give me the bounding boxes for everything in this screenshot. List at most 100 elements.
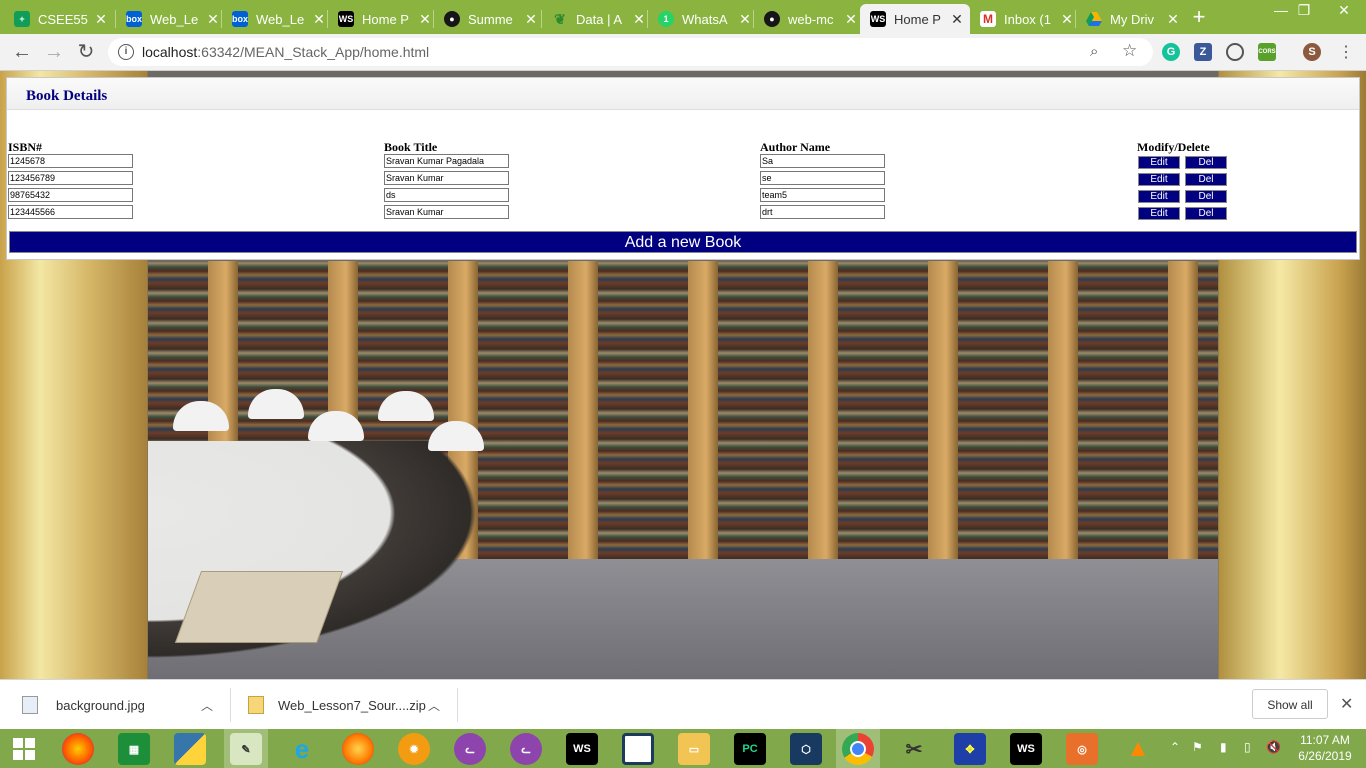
zip-file-icon <box>248 696 264 714</box>
close-icon[interactable]: ✕ <box>738 11 752 28</box>
close-icon[interactable]: ✕ <box>312 11 326 28</box>
download-filename: background.jpg <box>56 697 145 713</box>
volume-muted-icon[interactable]: 🔇 <box>1266 740 1281 768</box>
info-icon[interactable]: i <box>118 44 134 60</box>
cat-app-icon[interactable]: ᓚ <box>510 733 542 765</box>
title-field[interactable]: Sravan Kumar <box>384 171 509 185</box>
webstorm-icon[interactable]: WS <box>566 733 598 765</box>
close-icon[interactable]: ✕ <box>632 11 646 28</box>
author-field[interactable]: Sa <box>760 154 885 168</box>
system-clock[interactable]: 11:07 AM 6/26/2019 <box>1292 732 1358 764</box>
edit-button[interactable]: Edit <box>1138 207 1180 220</box>
tab-csee[interactable]: + CSEE55 ✕ <box>4 4 114 34</box>
game-icon[interactable]: ✥ <box>954 733 986 765</box>
author-field[interactable]: drt <box>760 205 885 219</box>
close-icon[interactable]: ✕ <box>1166 11 1180 28</box>
download-item[interactable]: background.jpg <box>22 680 145 730</box>
close-window-button[interactable]: ✕ <box>1322 0 1366 22</box>
tab-whatsapp[interactable]: 1 WhatsA ✕ <box>648 4 758 34</box>
tab-home-page-1[interactable]: WS Home P ✕ <box>328 4 438 34</box>
tab-my-drive[interactable]: My Driv ✕ <box>1076 4 1186 34</box>
url-text[interactable]: localhost:63342/MEAN_Stack_App/home.html <box>142 44 429 60</box>
paint-icon[interactable]: ✂ <box>898 733 930 765</box>
address-bar[interactable]: i localhost:63342/MEAN_Stack_App/home.ht… <box>108 38 1153 66</box>
close-icon[interactable]: ✕ <box>418 11 432 28</box>
extension-swirl-icon[interactable] <box>1226 43 1244 61</box>
chevron-up-icon[interactable]: ︿ <box>201 697 213 714</box>
isbn-field[interactable]: 123456789 <box>8 171 133 185</box>
tab-inbox[interactable]: M Inbox (1 ✕ <box>970 4 1080 34</box>
edit-button[interactable]: Edit <box>1138 190 1180 203</box>
screenshot-icon[interactable]: ◎ <box>1066 733 1098 765</box>
vlc-icon[interactable]: ▲ <box>1122 733 1154 765</box>
flag-icon[interactable]: ⚑ <box>1192 740 1203 768</box>
close-icon[interactable]: ✕ <box>844 11 858 28</box>
avatar[interactable]: S <box>1303 43 1321 61</box>
author-field[interactable]: team5 <box>760 188 885 202</box>
column-header-isbn: ISBN# <box>8 140 43 154</box>
windows-start-icon[interactable] <box>8 733 40 765</box>
edit-button[interactable]: Edit <box>1138 173 1180 186</box>
close-icon[interactable]: ✕ <box>206 11 220 28</box>
file-explorer-icon[interactable]: ▭ <box>678 733 710 765</box>
virtualbox-icon[interactable]: ⬡ <box>790 733 822 765</box>
python-icon[interactable] <box>174 733 206 765</box>
bookmark-star-icon[interactable]: ☆ <box>1122 41 1137 61</box>
author-field[interactable]: se <box>760 171 885 185</box>
close-icon[interactable]: ✕ <box>94 11 108 28</box>
cors-icon[interactable]: CORS <box>1258 43 1276 61</box>
edit-button[interactable]: Edit <box>1138 156 1180 169</box>
ie-icon[interactable]: e <box>286 733 318 765</box>
tab-home-page-active[interactable]: WS Home P ✕ <box>860 4 970 34</box>
delete-button[interactable]: Del <box>1185 173 1227 186</box>
excel-icon[interactable]: ▦ <box>118 733 150 765</box>
isbn-field[interactable]: 98765432 <box>8 188 133 202</box>
zotero-icon[interactable]: Z <box>1194 43 1212 61</box>
url-path: :63342/MEAN_Stack_App/home.html <box>197 44 430 60</box>
delete-button[interactable]: Del <box>1185 207 1227 220</box>
firefox-icon[interactable] <box>62 733 94 765</box>
add-new-book-button[interactable]: Add a new Book <box>9 231 1357 253</box>
close-icon[interactable]: ✕ <box>1340 694 1353 714</box>
firefox-dev-icon[interactable] <box>342 733 374 765</box>
title-field[interactable]: Sravan Kumar <box>384 205 509 219</box>
onenote-icon[interactable] <box>622 733 654 765</box>
settings-app-icon[interactable]: ✹ <box>398 733 430 765</box>
delete-button[interactable]: Del <box>1185 190 1227 203</box>
delete-button[interactable]: Del <box>1185 156 1227 169</box>
back-button[interactable]: ← <box>10 40 34 64</box>
tab-web-lesson-2[interactable]: box Web_Le ✕ <box>222 4 332 34</box>
chrome-icon[interactable] <box>842 733 874 765</box>
network-icon[interactable]: ▮ <box>1220 740 1227 768</box>
notepad-icon[interactable]: ✎ <box>230 733 262 765</box>
isbn-field[interactable]: 123445566 <box>8 205 133 219</box>
title-field[interactable]: Sravan Kumar Pagadala <box>384 154 509 168</box>
forward-button[interactable]: → <box>42 40 66 64</box>
battery-icon[interactable]: ▯ <box>1244 740 1251 768</box>
show-all-button[interactable]: Show all <box>1252 689 1328 719</box>
box-icon: box <box>126 11 142 27</box>
webstorm-icon[interactable]: WS <box>1010 733 1042 765</box>
download-item[interactable]: Web_Lesson7_Sour....zip <box>248 680 426 730</box>
pycharm-icon[interactable]: PC <box>734 733 766 765</box>
zoom-icon[interactable]: ⌕ <box>1090 43 1098 60</box>
tab-label: Inbox (1 <box>1004 11 1051 27</box>
cat-app-icon[interactable]: ᓚ <box>454 733 486 765</box>
new-tab-button[interactable]: + <box>1188 6 1210 28</box>
reload-button[interactable]: ↻ <box>74 40 98 64</box>
isbn-field[interactable]: 1245678 <box>8 154 133 168</box>
chevron-up-icon[interactable]: ︿ <box>428 697 440 714</box>
tab-summer[interactable]: ● Summe ✕ <box>434 4 544 34</box>
tab-web-lesson-1[interactable]: box Web_Le ✕ <box>116 4 226 34</box>
maximize-button[interactable]: ❐ <box>1282 0 1326 22</box>
close-icon[interactable]: ✕ <box>524 11 538 28</box>
tab-data-atlas[interactable]: ❦ Data | A ✕ <box>542 4 652 34</box>
close-icon[interactable]: ✕ <box>950 11 964 28</box>
tab-web-mc[interactable]: ● web-mc ✕ <box>754 4 864 34</box>
close-icon[interactable]: ✕ <box>1060 11 1074 28</box>
menu-icon[interactable]: ⋮ <box>1338 42 1354 62</box>
column-header-actions: Modify/Delete <box>1137 140 1210 154</box>
grammarly-icon[interactable]: G <box>1162 43 1180 61</box>
tray-overflow-icon[interactable]: ⌃ <box>1170 740 1180 768</box>
title-field[interactable]: ds <box>384 188 509 202</box>
